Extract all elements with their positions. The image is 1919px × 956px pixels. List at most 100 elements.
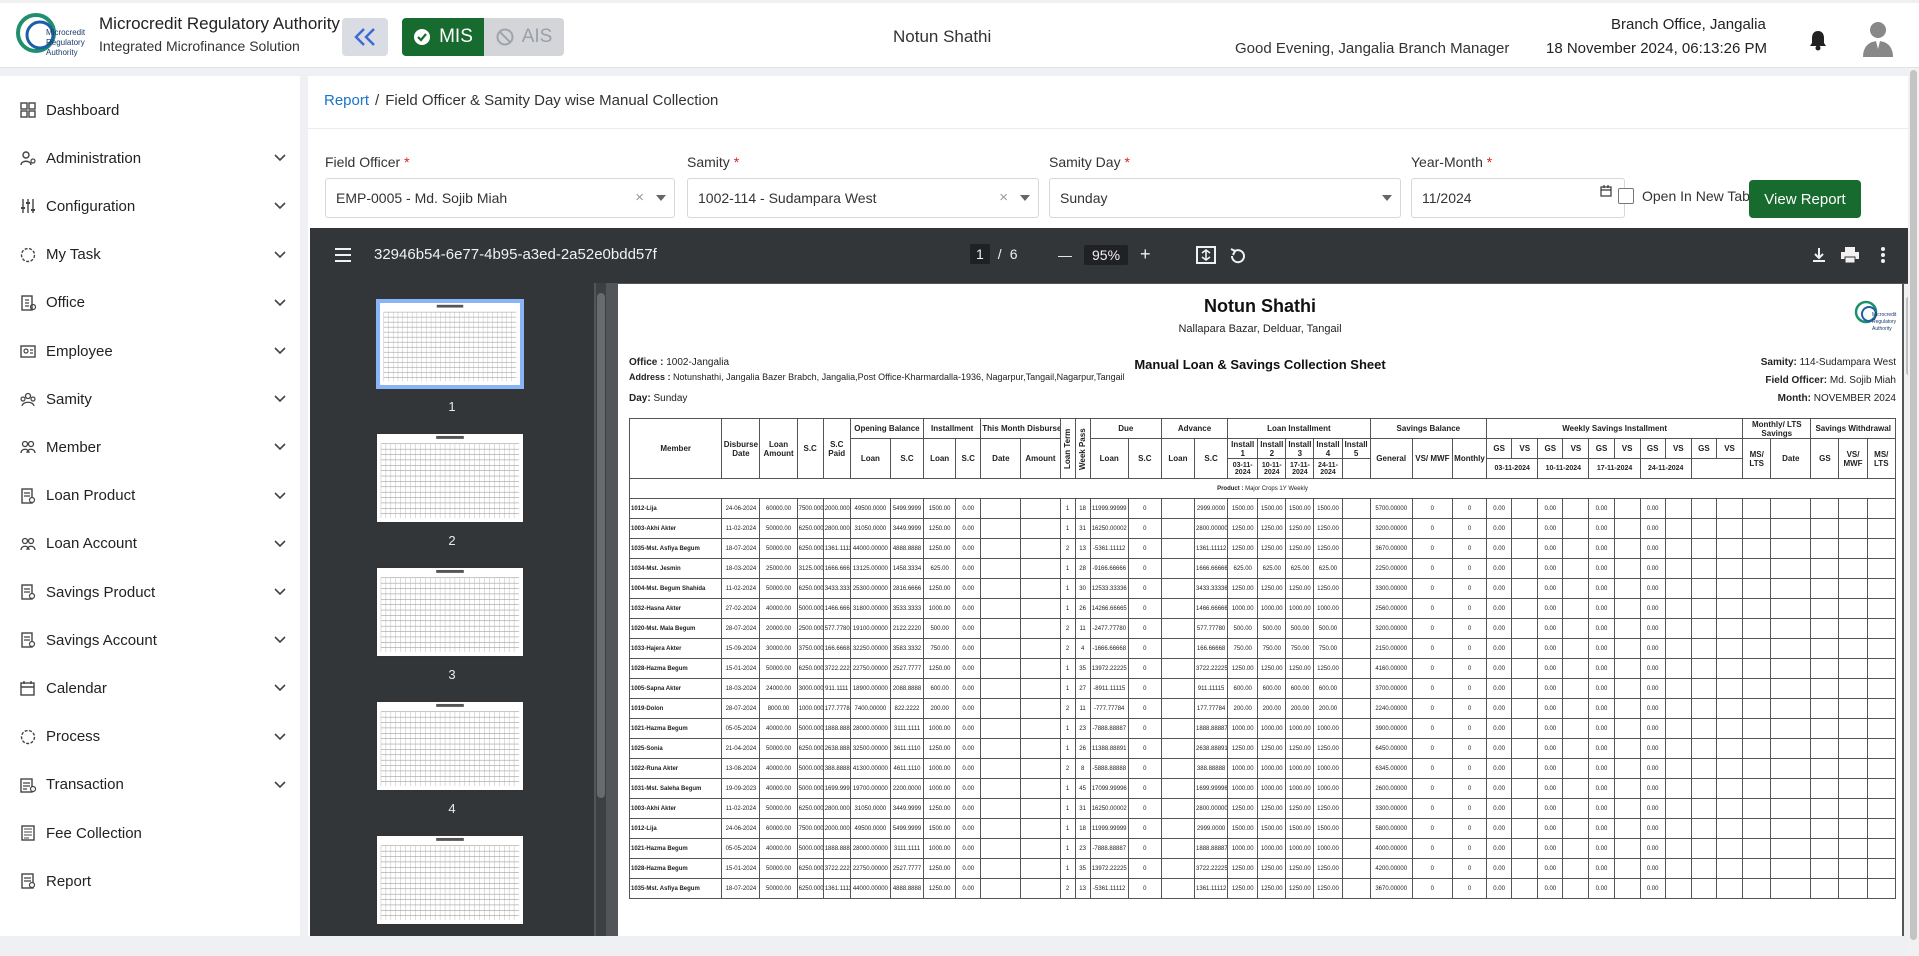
table-cell xyxy=(1341,558,1371,579)
open-new-tab-checkbox[interactable] xyxy=(1618,188,1634,204)
thumbnail-page-number: 5 xyxy=(310,935,594,936)
samity-day-select[interactable]: Sunday xyxy=(1049,178,1401,218)
table-cell xyxy=(1866,858,1896,879)
table-cell: 1250.00 xyxy=(923,798,957,819)
page-thumbnail[interactable] xyxy=(376,835,524,925)
zoom-in-button[interactable]: + xyxy=(1140,244,1151,265)
clear-icon[interactable]: × xyxy=(999,189,1008,206)
page-thumbnail[interactable] xyxy=(376,433,524,523)
table-cell xyxy=(1562,738,1590,759)
table-cell: 11-02-2024 xyxy=(721,578,761,599)
table-cell xyxy=(1562,518,1590,539)
table-cell xyxy=(1810,538,1840,559)
fit-page-icon[interactable] xyxy=(1196,246,1216,264)
table-cell: 1250.00 xyxy=(1227,518,1259,539)
samity-value: 1002-114 - Sudampara West xyxy=(698,190,877,206)
samity-select[interactable]: 1002-114 - Sudampara West × xyxy=(687,178,1039,218)
table-cell: 1250.00 xyxy=(1227,658,1259,679)
sidebar-item-my-task[interactable]: My Task xyxy=(0,235,300,275)
sidebar-item-fee-collection[interactable]: Fee Collection xyxy=(0,813,300,853)
table-cell: 0.00 xyxy=(1537,718,1564,739)
year-month-input[interactable]: 11/2024 xyxy=(1411,178,1625,218)
table-cell xyxy=(1810,878,1840,899)
download-icon[interactable] xyxy=(1810,246,1828,264)
table-cell: 388.88888 xyxy=(1194,758,1229,779)
sidebar-item-process[interactable]: Process xyxy=(0,717,300,757)
table-cell xyxy=(1613,578,1641,599)
print-icon[interactable] xyxy=(1840,246,1860,264)
table-cell: 0.00 xyxy=(1639,558,1666,579)
table-cell xyxy=(1838,658,1868,679)
table-cell: 35 xyxy=(1074,658,1091,679)
sidebar-item-member[interactable]: Member xyxy=(0,427,300,467)
table-cell: 40000.00 xyxy=(759,598,798,619)
field-officer-select[interactable]: EMP-0005 - Md. Sojib Miah × xyxy=(325,178,675,218)
thumbnail-scrollbar[interactable] xyxy=(596,283,606,936)
table-cell: 1500.00 xyxy=(1257,498,1287,519)
zoom-out-button[interactable]: — xyxy=(1058,247,1072,263)
table-cell: 1888.88887 xyxy=(1194,838,1229,859)
table-cell xyxy=(1341,578,1371,599)
sidebar-item-dashboard[interactable]: Dashboard xyxy=(0,90,300,130)
page-thumbnail[interactable] xyxy=(376,567,524,657)
table-cell: 3200.00000 xyxy=(1369,518,1413,539)
table-cell: 0.00 xyxy=(1537,538,1564,559)
mode-mis-button[interactable]: MIS xyxy=(402,18,484,56)
table-cell: 1250.00 xyxy=(1257,878,1287,899)
table-cell: 50000.00 xyxy=(759,798,798,819)
table-cell xyxy=(1838,758,1868,779)
table-cell xyxy=(1838,798,1868,819)
table-cell: 50000.00 xyxy=(759,518,798,539)
sidebar-item-administration[interactable]: Administration xyxy=(0,138,300,178)
table-cell xyxy=(1020,718,1061,739)
sidebar-item-employee[interactable]: Employee xyxy=(0,331,300,371)
table-cell: 3722.22225 xyxy=(1194,858,1229,879)
view-report-button[interactable]: View Report xyxy=(1749,180,1861,218)
table-cell: 1250.00 xyxy=(1313,878,1343,899)
mode-ais-button[interactable]: AIS xyxy=(484,18,564,56)
sidebar-item-loan-account[interactable]: Loan Account xyxy=(0,524,300,564)
table-cell xyxy=(1866,798,1896,819)
clear-icon[interactable]: × xyxy=(635,189,644,206)
chevron-down-icon xyxy=(274,733,286,740)
page-thumbnail[interactable] xyxy=(376,701,524,791)
table-cell: 0.00 xyxy=(1537,558,1564,579)
zoom-level[interactable]: 95% xyxy=(1084,244,1129,265)
table-cell: 1250.00 xyxy=(1313,858,1343,879)
table-cell: 0.00 xyxy=(1486,798,1513,819)
col-week-pass: Week Pass xyxy=(1075,418,1091,479)
table-cell xyxy=(1715,538,1744,559)
calendar-icon[interactable] xyxy=(1600,185,1612,197)
user-avatar[interactable] xyxy=(1861,19,1895,57)
table-cell: 5000.0000 xyxy=(796,838,824,859)
sidebar-item-report[interactable]: Report xyxy=(0,861,300,901)
sidebar-item-loan-product[interactable]: Loan Product xyxy=(0,476,300,516)
table-cell xyxy=(980,518,1022,539)
current-page-input[interactable]: 1 xyxy=(970,244,990,264)
table-cell xyxy=(1810,658,1840,679)
table-cell: 32250.00000 xyxy=(849,638,891,659)
more-options-icon[interactable] xyxy=(1880,246,1886,264)
sidebar-item-savings-product[interactable]: Savings Product xyxy=(0,572,300,612)
sidebar-item-office[interactable]: Office xyxy=(0,283,300,323)
sidebar-collapse-button[interactable] xyxy=(342,18,388,56)
sidebar-item-configuration[interactable]: Configuration xyxy=(0,186,300,226)
sidebar-item-transaction[interactable]: Transaction xyxy=(0,765,300,805)
hamburger-menu-icon[interactable] xyxy=(334,247,352,263)
page-thumbnail[interactable] xyxy=(376,299,524,389)
table-cell: 0 xyxy=(1127,738,1162,759)
bell-icon[interactable] xyxy=(1808,29,1828,51)
sidebar-item-savings-account[interactable]: Savings Account xyxy=(0,620,300,660)
breadcrumb-report-link[interactable]: Report xyxy=(324,92,369,109)
table-cell xyxy=(1664,618,1692,639)
table-cell: 0.00 xyxy=(1639,718,1666,739)
page-scrollbar[interactable] xyxy=(1908,68,1919,956)
rotate-icon[interactable] xyxy=(1228,246,1248,266)
table-cell: 1012-Lija xyxy=(629,498,723,519)
mode-toggle: MIS AIS xyxy=(402,18,564,56)
table-cell: 625.00 xyxy=(923,558,957,579)
sidebar-item-samity[interactable]: Samity xyxy=(0,379,300,419)
col-due: Due xyxy=(1089,418,1162,439)
sidebar-item-calendar[interactable]: Calendar xyxy=(0,668,300,708)
table-cell xyxy=(1770,798,1812,819)
